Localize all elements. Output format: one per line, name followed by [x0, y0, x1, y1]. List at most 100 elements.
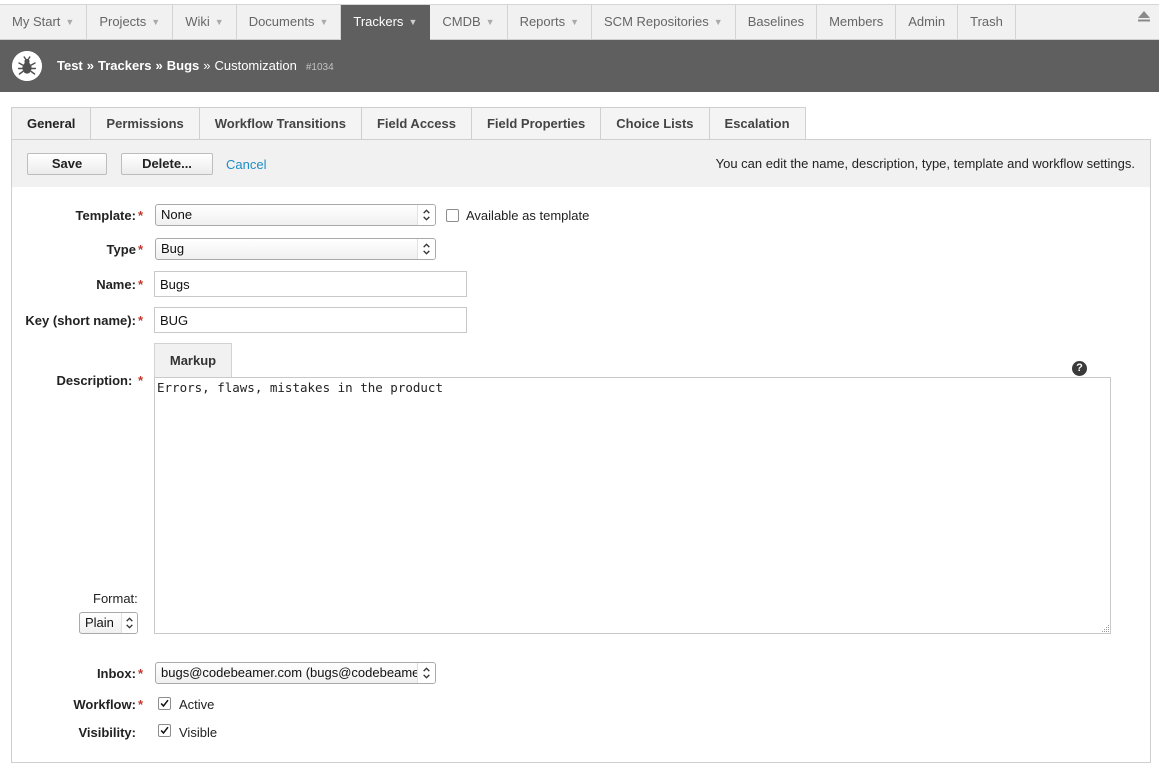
- eject-icon[interactable]: [1137, 9, 1151, 23]
- tab-field-access[interactable]: Field Access: [361, 107, 472, 140]
- nav-item-wiki[interactable]: Wiki ▼: [173, 5, 237, 40]
- resize-grip-icon[interactable]: [1100, 623, 1110, 633]
- template-label-text: Template:: [75, 208, 136, 223]
- type-select[interactable]: Bug: [155, 238, 436, 260]
- inbox-select[interactable]: bugs@codebeamer.com (bugs@codebeamer.com…: [155, 662, 436, 684]
- breadcrumb-separator: »: [155, 58, 163, 73]
- required-marker: *: [137, 242, 143, 257]
- breadcrumb-current: Customization: [214, 58, 297, 73]
- type-select-value: Bug: [161, 241, 185, 256]
- tab-workflow-transitions[interactable]: Workflow Transitions: [199, 107, 362, 140]
- action-bar: Save Delete... Cancel You can edit the n…: [12, 140, 1150, 187]
- nav-item-trackers[interactable]: Trackers ▼: [341, 5, 431, 40]
- dropdown-caret-icon[interactable]: ▼: [486, 17, 495, 27]
- general-panel: Save Delete... Cancel You can edit the n…: [11, 139, 1151, 763]
- workflow-active-checkbox[interactable]: [158, 697, 171, 710]
- description-label-text: Description:: [56, 373, 136, 388]
- nav-item-label: Projects: [99, 14, 147, 29]
- type-label: Type *: [107, 242, 143, 257]
- dropdown-caret-icon[interactable]: ▼: [319, 17, 328, 27]
- template-select[interactable]: None: [155, 204, 436, 226]
- nav-item-label: Wiki: [185, 14, 210, 29]
- format-select[interactable]: Plain: [79, 612, 138, 634]
- required-marker: *: [137, 697, 143, 712]
- dropdown-caret-icon[interactable]: ▼: [65, 17, 74, 27]
- visibility-visible-label: Visible: [179, 725, 218, 740]
- inbox-select-value: bugs@codebeamer.com (bugs@codebeamer.com…: [161, 665, 436, 680]
- nav-item-label: Baselines: [747, 14, 805, 29]
- nav-item-projects[interactable]: Projects ▼: [87, 5, 174, 40]
- inbox-label-text: Inbox:: [96, 666, 136, 681]
- customization-tabs: General Permissions Workflow Transitions Fi…: [11, 107, 806, 140]
- workflow-active-label: Active: [179, 697, 215, 712]
- select-arrows-icon: [417, 239, 435, 259]
- nav-item-label: Trash: [970, 14, 1003, 29]
- available-as-template-checkbox[interactable]: [446, 209, 459, 222]
- format-label: Format:: [93, 591, 138, 606]
- nav-item-members[interactable]: Members: [817, 5, 897, 40]
- markup-tab[interactable]: Markup: [154, 343, 232, 378]
- nav-item-my-start[interactable]: My Start ▼: [0, 5, 88, 40]
- nav-item-reports[interactable]: Reports ▼: [508, 5, 593, 40]
- nav-item-baselines[interactable]: Baselines: [736, 5, 818, 40]
- tab-permissions[interactable]: Permissions: [91, 107, 200, 140]
- required-marker: *: [137, 373, 143, 388]
- dropdown-caret-icon[interactable]: ▼: [215, 17, 224, 27]
- required-marker: *: [137, 313, 143, 328]
- main-navigation: My Start ▼ Projects ▼ Wiki ▼ Documents ▼ Tracker…: [0, 4, 1159, 40]
- tab-general[interactable]: General: [11, 107, 92, 140]
- breadcrumb-tracker[interactable]: Bugs: [167, 58, 200, 73]
- required-marker: *: [137, 666, 143, 681]
- key-label: Key (short name): *: [25, 313, 143, 328]
- format-select-value: Plain: [85, 615, 114, 630]
- delete-button[interactable]: Delete...: [121, 153, 213, 175]
- description-textarea[interactable]: Errors, flaws, mistakes in the product: [154, 377, 1111, 634]
- tab-field-properties[interactable]: Field Properties: [471, 107, 602, 140]
- help-icon[interactable]: ?: [1072, 361, 1087, 376]
- help-text: You can edit the name, description, type…: [715, 156, 1135, 171]
- nav-item-label: Documents: [248, 14, 315, 29]
- bug-icon: [12, 51, 42, 81]
- breadcrumb-separator: »: [203, 58, 211, 73]
- nav-item-cmdb[interactable]: CMDB ▼: [430, 5, 508, 40]
- inbox-label: Inbox: *: [97, 666, 143, 681]
- nav-item-scm-repositories[interactable]: SCM Repositories ▼: [592, 5, 736, 40]
- select-arrows-icon: [417, 663, 435, 683]
- name-label-text: Name:: [96, 277, 136, 292]
- save-button[interactable]: Save: [27, 153, 107, 175]
- available-as-template-label: Available as template: [466, 208, 590, 223]
- page-header: Test» Trackers» Bugs» Customization #1034: [0, 40, 1159, 92]
- nav-item-documents[interactable]: Documents ▼: [237, 5, 342, 40]
- nav-item-label: Admin: [908, 14, 946, 29]
- required-marker: *: [137, 277, 143, 292]
- description-label: Description: *: [56, 373, 143, 388]
- dropdown-caret-icon[interactable]: ▼: [151, 17, 160, 27]
- dropdown-caret-icon[interactable]: ▼: [714, 17, 723, 27]
- visibility-label: Visibility:: [78, 725, 136, 740]
- required-marker: *: [137, 208, 143, 223]
- breadcrumb-separator: »: [86, 58, 94, 73]
- cancel-link[interactable]: Cancel: [226, 157, 266, 172]
- breadcrumb-project[interactable]: Test: [57, 58, 83, 73]
- nav-item-label: Members: [829, 14, 884, 29]
- workflow-label-text: Workflow:: [73, 697, 136, 712]
- tab-choice-lists[interactable]: Choice Lists: [601, 107, 710, 140]
- tab-escalation[interactable]: Escalation: [709, 107, 806, 140]
- select-arrows-icon: [121, 613, 137, 633]
- type-label-text: Type: [106, 242, 136, 257]
- nav-item-trash[interactable]: Trash: [958, 5, 1016, 40]
- nav-item-label: Reports: [519, 14, 566, 29]
- workflow-label: Workflow: *: [73, 697, 143, 712]
- dropdown-caret-icon[interactable]: ▼: [408, 17, 417, 27]
- nav-item-admin[interactable]: Admin: [896, 5, 959, 40]
- name-input[interactable]: [154, 271, 467, 297]
- tracker-id: #1034: [305, 62, 334, 73]
- breadcrumb-trackers[interactable]: Trackers: [98, 58, 152, 73]
- key-input[interactable]: [154, 307, 467, 333]
- template-select-value: None: [161, 207, 193, 222]
- visibility-visible-checkbox[interactable]: [158, 724, 171, 737]
- select-arrows-icon: [417, 205, 435, 225]
- nav-item-label: CMDB: [442, 14, 481, 29]
- nav-item-label: SCM Repositories: [604, 14, 709, 29]
- dropdown-caret-icon[interactable]: ▼: [570, 17, 579, 27]
